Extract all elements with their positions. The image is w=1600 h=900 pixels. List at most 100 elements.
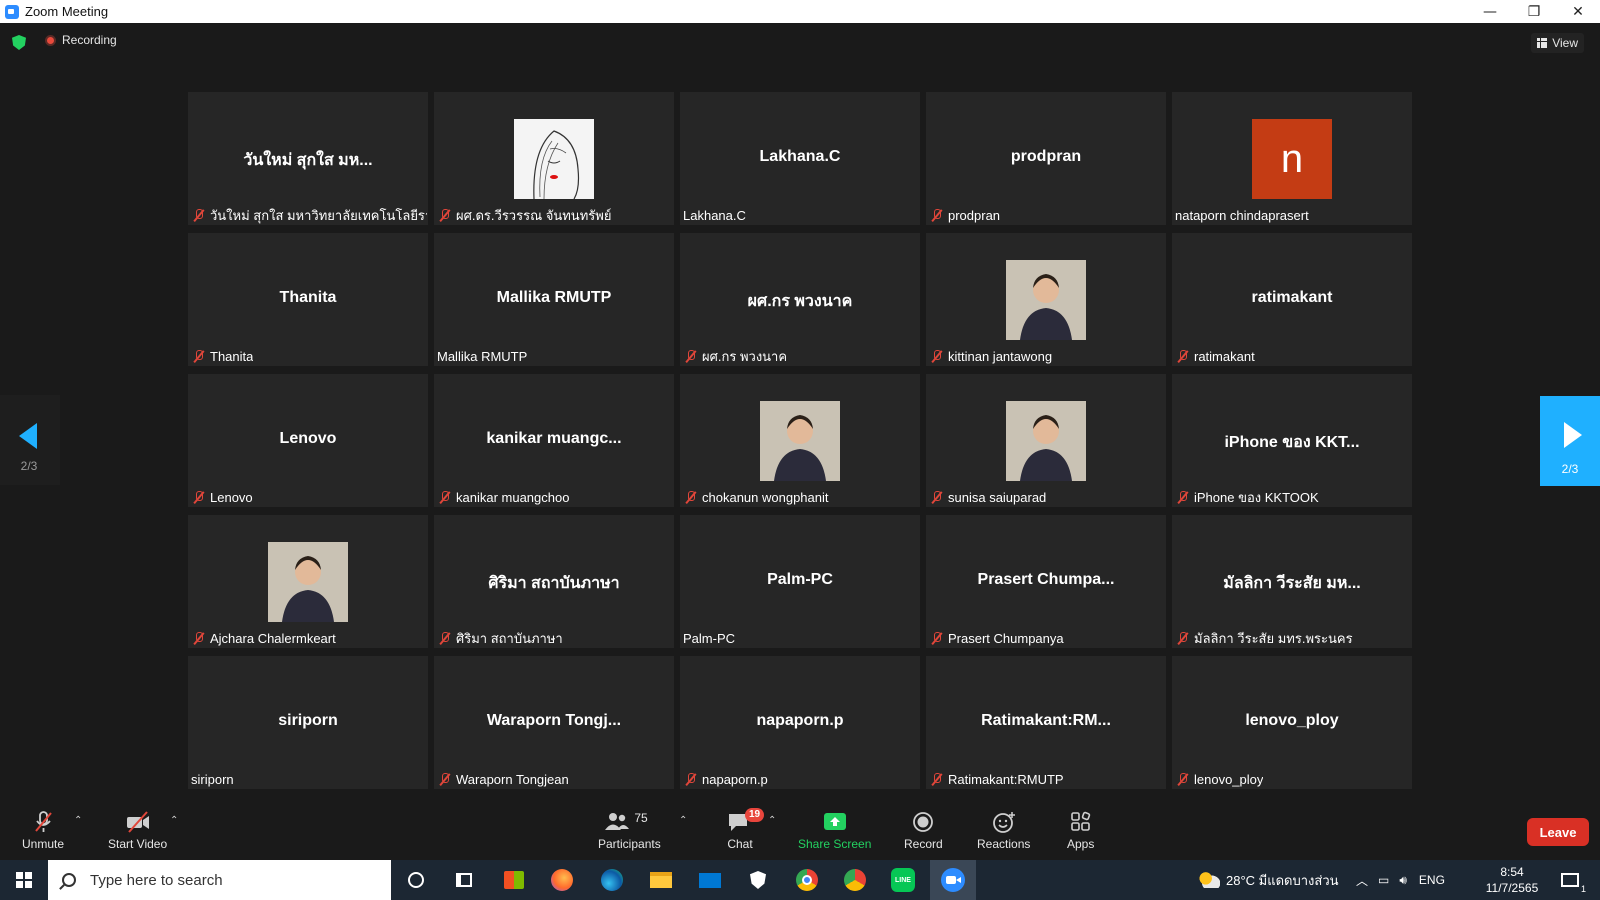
reactions-button[interactable]: Reactions xyxy=(977,811,1030,851)
edge-icon[interactable] xyxy=(598,866,626,894)
firefox-icon[interactable] xyxy=(548,866,576,894)
participant-display-name: iPhone ของ KKT... xyxy=(1224,434,1360,451)
taskbar-search-box[interactable]: Type here to search xyxy=(48,860,391,900)
participant-label-text: iPhone ของ KKTOOK xyxy=(1194,489,1319,505)
participant-name-label: Lenovo xyxy=(191,488,253,506)
close-button[interactable]: ✕ xyxy=(1556,0,1600,23)
participant-label-text: sunisa saiuparad xyxy=(948,489,1047,505)
participant-display-name: ศิริมา สถาบันภาษา xyxy=(488,575,620,592)
zoom-taskbar-icon[interactable] xyxy=(930,860,976,900)
participant-display-name: Lenovo xyxy=(279,430,337,447)
start-button[interactable] xyxy=(0,860,48,900)
participant-tile[interactable]: siriporn siriporn xyxy=(188,656,428,789)
participant-name-label: Ratimakant:RMUTP xyxy=(929,770,1064,788)
mic-muted-icon xyxy=(685,349,696,363)
participant-tile[interactable]: วันใหม่ สุกใส มห... วันใหม่ สุกใส มหาวิทย… xyxy=(188,92,428,225)
participant-tile[interactable]: chokanun wongphanit xyxy=(680,374,920,507)
participant-tile[interactable]: Mallika RMUTP Mallika RMUTP xyxy=(434,233,674,366)
participant-tile[interactable]: iPhone ของ KKT... iPhone ของ KKTOOK xyxy=(1172,374,1412,507)
participant-tile[interactable]: Lakhana.C Lakhana.C xyxy=(680,92,920,225)
participant-display-name: siriporn xyxy=(278,712,338,729)
start-video-label: Start Video xyxy=(108,837,168,851)
video-options-caret[interactable]: ⌃ xyxy=(170,815,178,826)
microsoft-store-icon[interactable] xyxy=(500,866,528,894)
chrome-profile-icon[interactable] xyxy=(841,866,869,894)
mic-muted-icon xyxy=(439,490,450,504)
participant-name-label: มัลลิกา วีระสัย มทร.พระนคร xyxy=(1175,629,1353,647)
weather-widget[interactable]: 28°C มีแดดบางส่วน xyxy=(1198,860,1339,900)
chat-button[interactable]: 19 Chat xyxy=(727,808,765,851)
previous-page-button[interactable]: 2/3 xyxy=(0,395,60,485)
participant-tile[interactable]: Lenovo Lenovo xyxy=(188,374,428,507)
participant-tile[interactable]: ผศ.ดร.วีรวรรณ จันทนทรัพย์ xyxy=(434,92,674,225)
network-icon[interactable]: ▭ xyxy=(1378,873,1389,887)
security-app-icon[interactable] xyxy=(744,866,772,894)
cortana-icon[interactable] xyxy=(402,866,430,894)
record-button[interactable]: Record xyxy=(904,811,943,851)
participant-label-text: มัลลิกา วีระสัย มทร.พระนคร xyxy=(1194,630,1353,646)
notifications-icon[interactable]: 1 xyxy=(1556,866,1586,894)
record-label: Record xyxy=(904,837,943,851)
apps-button[interactable]: Apps xyxy=(1067,811,1094,851)
show-hidden-icons-chevron[interactable]: ︿ xyxy=(1356,872,1368,889)
task-view-icon[interactable] xyxy=(450,866,478,894)
language-indicator[interactable]: ENG xyxy=(1419,873,1445,887)
mic-muted-icon xyxy=(1177,490,1188,504)
participants-options-caret[interactable]: ⌃ xyxy=(679,815,687,826)
minimize-button[interactable]: — xyxy=(1468,0,1512,23)
participants-button[interactable]: 75 Participants xyxy=(598,811,661,851)
participant-label-text: siriporn xyxy=(191,771,234,787)
view-button[interactable]: View xyxy=(1531,33,1584,53)
start-video-button[interactable]: Start Video xyxy=(108,811,167,851)
participant-tile[interactable]: n nataporn chindaprasert xyxy=(1172,92,1412,225)
participant-tile[interactable]: มัลลิกา วีระสัย มห... มัลลิกา วีระสัย มทร… xyxy=(1172,515,1412,648)
participant-tile[interactable]: prodpran prodpran xyxy=(926,92,1166,225)
share-screen-button[interactable]: Share Screen xyxy=(798,811,871,851)
participant-label-text: Palm-PC xyxy=(683,630,736,646)
participant-tile[interactable]: kittinan jantawong xyxy=(926,233,1166,366)
participant-tile[interactable]: Palm-PC Palm-PC xyxy=(680,515,920,648)
participant-tile[interactable]: kanikar muangc... kanikar muangchoo xyxy=(434,374,674,507)
chat-options-caret[interactable]: ⌃ xyxy=(768,815,776,826)
restore-button[interactable]: ❐ xyxy=(1512,0,1556,23)
unmute-button[interactable]: Unmute xyxy=(22,811,64,851)
participant-name-label: Waraporn Tongjean xyxy=(437,770,569,788)
participant-display-name: มัลลิกา วีระสัย มห... xyxy=(1223,575,1361,592)
search-icon xyxy=(62,873,76,887)
participant-display-name: Prasert Chumpa... xyxy=(977,571,1115,588)
mic-muted-icon xyxy=(193,349,204,363)
page-indicator-right: 2/3 xyxy=(1561,462,1579,476)
participant-name-label: kittinan jantawong xyxy=(929,347,1052,365)
security-shield-icon[interactable] xyxy=(12,35,26,50)
participant-tile[interactable]: Ratimakant:RM... Ratimakant:RMUTP xyxy=(926,656,1166,789)
participant-tile[interactable]: Thanita Thanita xyxy=(188,233,428,366)
volume-icon[interactable]: 🔊︎ xyxy=(1399,873,1407,888)
participant-tile[interactable]: ratimakant ratimakant xyxy=(1172,233,1412,366)
line-app-icon[interactable]: LINE xyxy=(889,866,917,894)
taskbar-clock[interactable]: 8:54 11/7/2565 xyxy=(1482,864,1542,896)
meeting-area: Recording View วันใหม่ สุกใส มห... วันใหม… xyxy=(0,23,1600,805)
participant-tile[interactable]: Ajchara Chalermkeart xyxy=(188,515,428,648)
participant-tile[interactable]: Waraporn Tongj... Waraporn Tongjean xyxy=(434,656,674,789)
participant-display-name: ratimakant xyxy=(1251,289,1333,306)
participant-label-text: lenovo_ploy xyxy=(1194,771,1264,787)
mic-muted-icon xyxy=(1177,772,1188,786)
participant-tile[interactable]: sunisa saiuparad xyxy=(926,374,1166,507)
arrow-right-icon xyxy=(1564,422,1582,448)
recording-indicator[interactable]: Recording xyxy=(45,33,117,47)
participant-tile[interactable]: napaporn.p napaporn.p xyxy=(680,656,920,789)
participant-tile[interactable]: ศิริมา สถาบันภาษา ศิริมา สถาบันภาษา xyxy=(434,515,674,648)
participant-tile[interactable]: Prasert Chumpa... Prasert Chumpanya xyxy=(926,515,1166,648)
system-tray-icons[interactable]: ︿ ▭ 🔊︎ ENG xyxy=(1356,860,1445,900)
participant-tile[interactable]: lenovo_ploy lenovo_ploy xyxy=(1172,656,1412,789)
participants-label: Participants xyxy=(598,837,661,851)
participant-name-label: lenovo_ploy xyxy=(1175,770,1263,788)
file-explorer-icon[interactable] xyxy=(647,866,675,894)
next-page-button[interactable]: 2/3 xyxy=(1540,396,1600,486)
audio-options-caret[interactable]: ⌃ xyxy=(74,815,82,826)
leave-button[interactable]: Leave xyxy=(1527,818,1589,846)
chrome-icon[interactable] xyxy=(793,866,821,894)
participant-tile[interactable]: ผศ.กร พวงนาค ผศ.กร พวงนาค xyxy=(680,233,920,366)
apps-label: Apps xyxy=(1067,837,1095,851)
mail-icon[interactable] xyxy=(696,866,724,894)
